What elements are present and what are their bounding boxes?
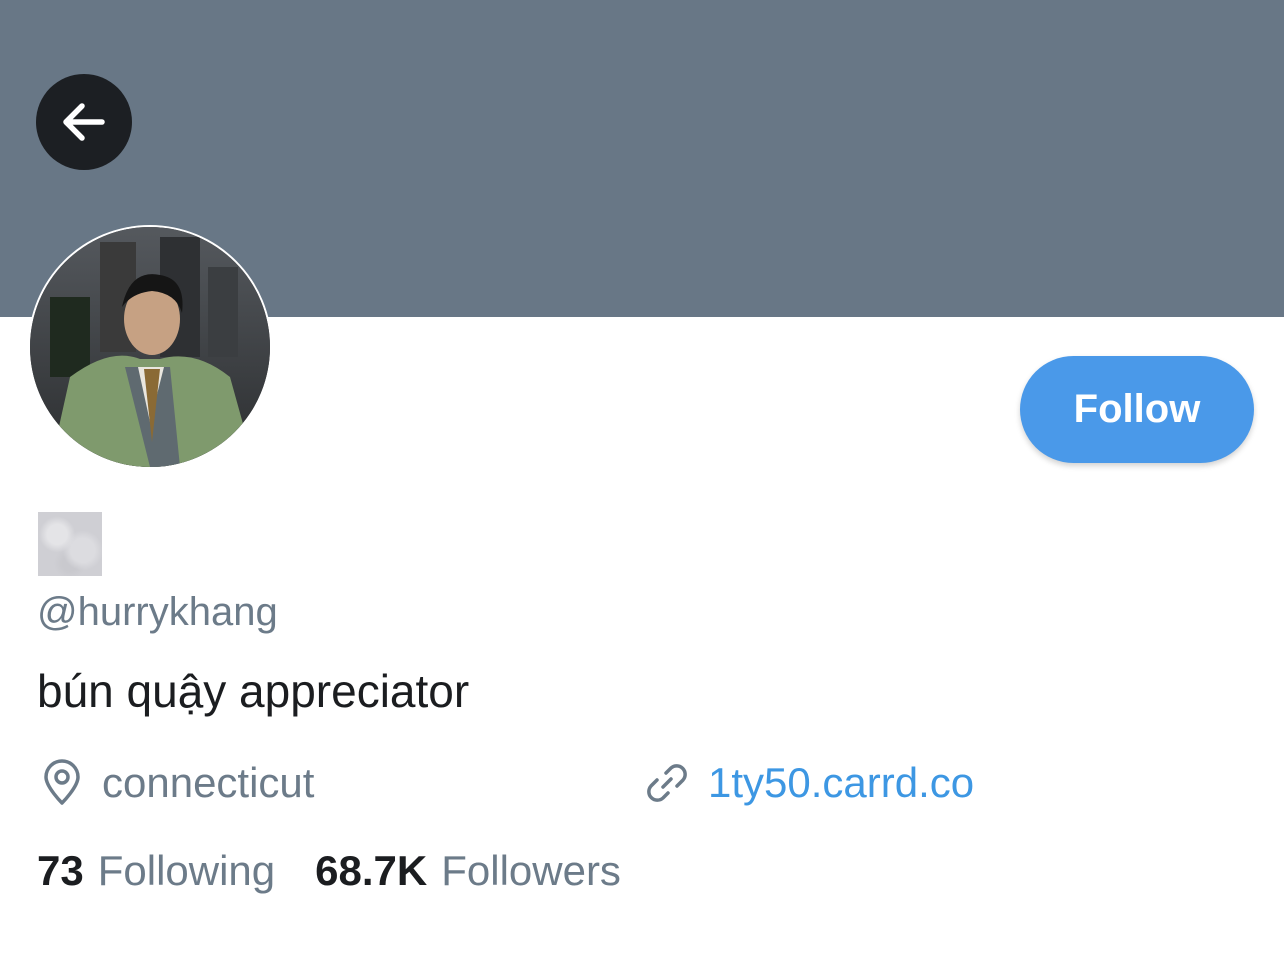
- profile-bio: bún quậy appreciator: [37, 665, 470, 717]
- profile-stats: 73 Following 68.7K Followers: [37, 845, 621, 897]
- back-button[interactable]: [36, 74, 132, 170]
- followers-stat[interactable]: 68.7K Followers: [315, 845, 621, 897]
- followers-count: 68.7K: [315, 847, 428, 894]
- profile-website-link[interactable]: 1ty50.carrd.co: [644, 755, 974, 811]
- profile-location: connecticut: [40, 755, 314, 811]
- profile-handle: @hurrykhang: [37, 590, 278, 634]
- profile-page: Follow @hurrykhang bún quậy appreciator …: [0, 0, 1284, 964]
- following-label: Following: [97, 847, 276, 894]
- following-count: 73: [37, 847, 84, 894]
- display-name-image: [38, 512, 102, 576]
- link-icon: [644, 760, 690, 806]
- location-text: connecticut: [102, 759, 315, 806]
- following-stat[interactable]: 73 Following: [37, 845, 275, 897]
- avatar-image: [30, 227, 270, 467]
- followers-label: Followers: [441, 847, 621, 894]
- follow-button[interactable]: Follow: [1020, 356, 1254, 463]
- arrow-left-icon: [58, 96, 110, 148]
- website-text[interactable]: 1ty50.carrd.co: [708, 757, 974, 809]
- map-pin-icon: [40, 759, 84, 807]
- avatar[interactable]: [28, 225, 272, 469]
